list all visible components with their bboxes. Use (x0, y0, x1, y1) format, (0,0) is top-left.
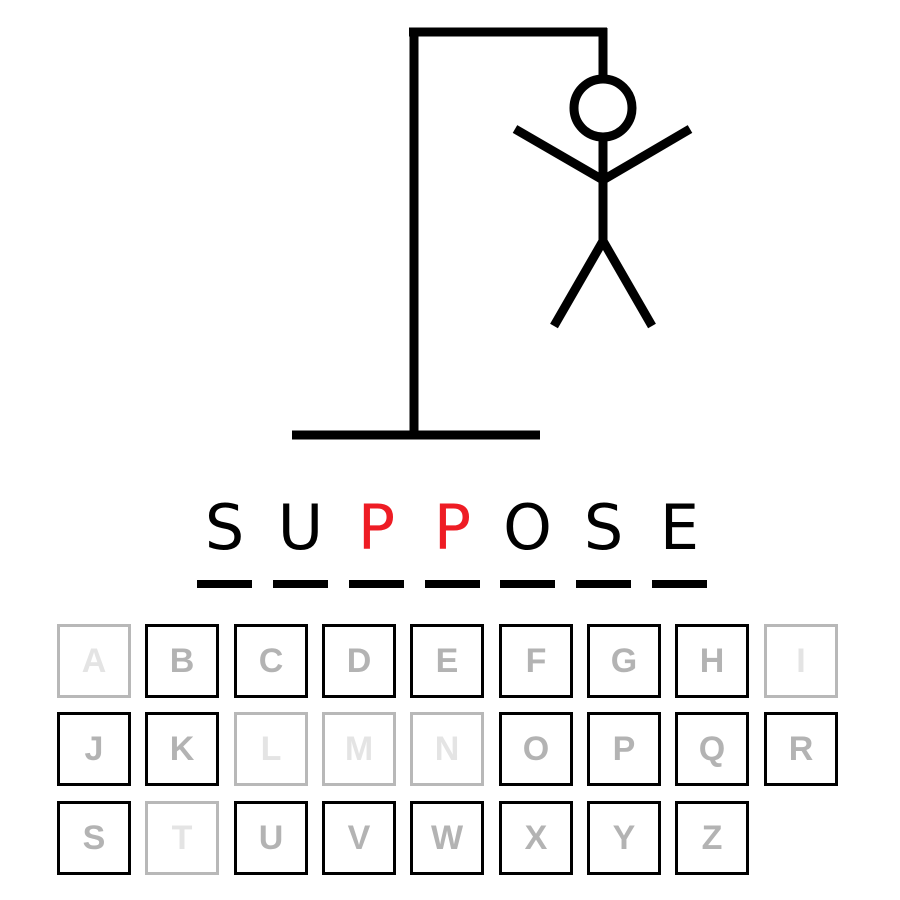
figure-right-leg (599, 238, 656, 329)
key-x[interactable]: X (499, 801, 573, 875)
key-t[interactable]: T (145, 801, 219, 875)
word-letter: U (277, 491, 324, 564)
key-f[interactable]: F (499, 624, 573, 698)
key-l[interactable]: L (234, 712, 308, 786)
figure-left-leg (550, 238, 607, 329)
key-h[interactable]: H (675, 624, 749, 698)
key-c[interactable]: C (234, 624, 308, 698)
key-e[interactable]: E (410, 624, 484, 698)
word-letter: E (659, 491, 700, 564)
key-q[interactable]: Q (675, 712, 749, 786)
letter-underline (576, 580, 631, 588)
word-display: S U P P O S E (0, 480, 900, 600)
word-letter: P (357, 491, 396, 564)
key-b[interactable]: B (145, 624, 219, 698)
key-m[interactable]: M (322, 712, 396, 786)
key-i[interactable]: I (764, 624, 838, 698)
word-slot: S (576, 480, 631, 590)
word-letter: S (204, 491, 245, 564)
key-r[interactable]: R (764, 712, 838, 786)
key-z[interactable]: Z (675, 801, 749, 875)
letter-underline (652, 580, 707, 588)
key-n[interactable]: N (410, 712, 484, 786)
key-v[interactable]: V (322, 801, 396, 875)
word-letter: S (583, 491, 624, 564)
key-g[interactable]: G (587, 624, 661, 698)
key-u[interactable]: U (234, 801, 308, 875)
figure-head (569, 74, 637, 142)
stick-figure (512, 74, 693, 329)
letter-underline (349, 580, 404, 588)
key-y[interactable]: Y (587, 801, 661, 875)
key-o[interactable]: O (499, 712, 573, 786)
letter-underline (500, 580, 555, 588)
letter-underline (273, 580, 328, 588)
gallows (292, 27, 608, 440)
key-k[interactable]: K (145, 712, 219, 786)
key-j[interactable]: J (57, 712, 131, 786)
word-letter: P (433, 491, 472, 564)
key-a[interactable]: A (57, 624, 131, 698)
letter-underline (197, 580, 252, 588)
word-slot: U (273, 480, 328, 590)
key-w[interactable]: W (410, 801, 484, 875)
key-p[interactable]: P (587, 712, 661, 786)
word-letter: O (503, 491, 552, 564)
word-slot: O (500, 480, 555, 590)
word-slot: S (197, 480, 252, 590)
word-slot: P (425, 480, 480, 590)
letter-underline (425, 580, 480, 588)
key-s[interactable]: S (57, 801, 131, 875)
word-slot: E (652, 480, 707, 590)
hangman-drawing (292, 27, 693, 440)
key-d[interactable]: D (322, 624, 396, 698)
word-slot: P (349, 480, 404, 590)
